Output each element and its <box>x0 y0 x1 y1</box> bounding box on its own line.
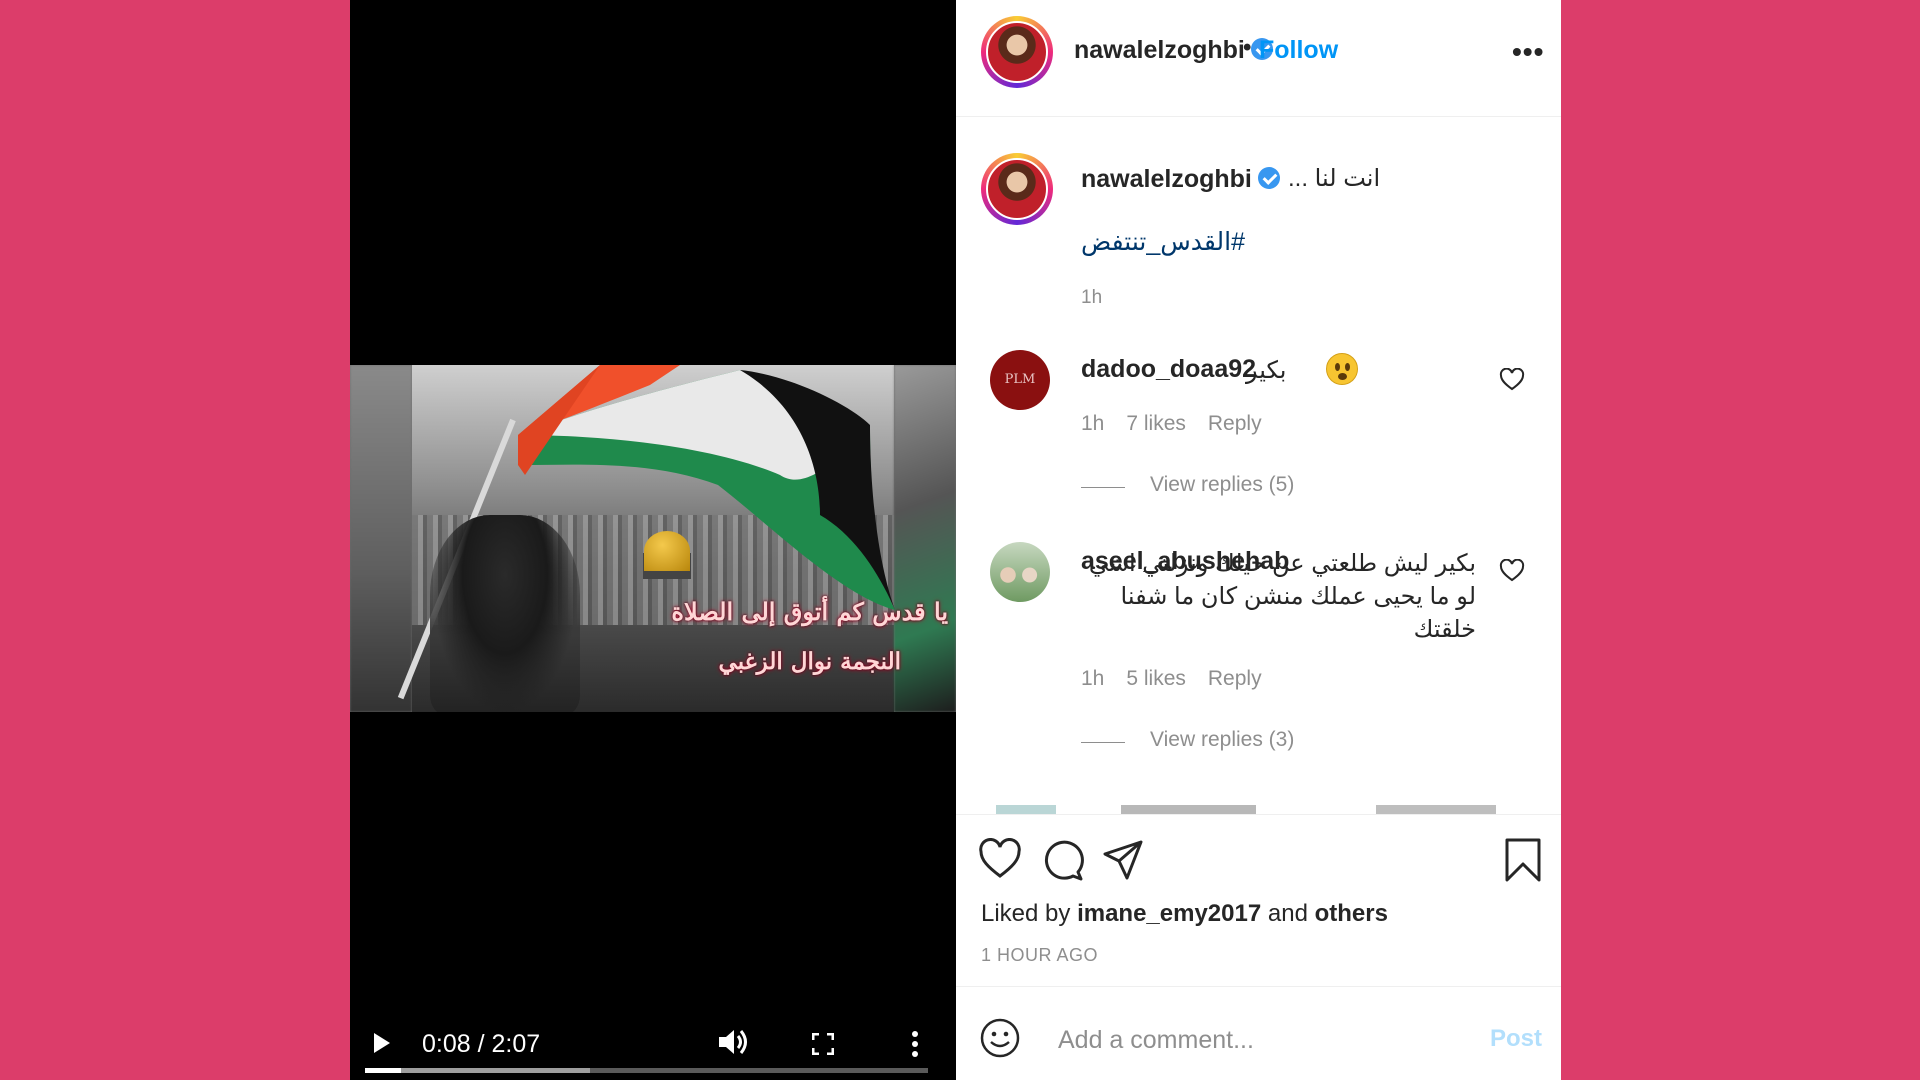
comment-username[interactable]: dadoo_doaa92 <box>1081 355 1256 384</box>
like-heart-icon[interactable] <box>978 838 1022 882</box>
comments-list[interactable]: nawalelzoghbi انت لنا ... #القدس_تنتفض 1… <box>956 117 1561 814</box>
follow-button[interactable]: Follow <box>1259 36 1338 65</box>
liked-by-user[interactable]: imane_emy2017 <box>1077 900 1261 927</box>
progress-track[interactable] <box>365 1068 928 1073</box>
share-paper-plane-icon[interactable] <box>1101 838 1145 882</box>
post-comment-button[interactable]: Post <box>1490 1025 1542 1053</box>
comment-text: بكير ليش طلعتي عن حيلك ونزلتي اشي لو ما … <box>1088 550 1476 643</box>
liked-by-prefix: Liked by <box>981 900 1071 927</box>
caption-username-text[interactable]: nawalelzoghbi <box>1081 165 1252 193</box>
emoji-smiley-icon[interactable] <box>979 1017 1021 1059</box>
caption-username[interactable]: nawalelzoghbi <box>1081 165 1280 194</box>
comment-avatar[interactable]: PLM <box>990 350 1050 410</box>
comment-time[interactable]: 1h <box>1081 667 1104 690</box>
view-replies-line <box>1081 487 1125 488</box>
liked-by-and: and <box>1267 900 1308 927</box>
comment-avatar[interactable] <box>990 542 1050 602</box>
comment-likes[interactable]: 5 likes <box>1126 667 1186 690</box>
reply-button[interactable]: Reply <box>1208 667 1262 690</box>
progress-bar <box>365 1068 402 1073</box>
comment-text: بكير <box>1246 357 1287 384</box>
video-overlay-text: يا قدس كم أتوق إلى الصلاة <box>671 597 948 626</box>
play-icon[interactable] <box>374 1033 390 1053</box>
video-time: 0:08 / 2:07 <box>422 1030 541 1058</box>
flag-bearer <box>430 515 580 712</box>
liked-by-others[interactable]: others <box>1315 900 1388 927</box>
comment-meta: 1h 5 likes Reply <box>1081 667 1284 691</box>
header-avatar[interactable] <box>981 16 1053 88</box>
header-separator: • <box>1243 34 1252 61</box>
comment-time[interactable]: 1h <box>1081 412 1104 435</box>
liked-by-text: Liked by imane_emy2017 and others <box>981 900 1388 928</box>
view-replies-button[interactable]: View replies (5) <box>1150 473 1294 497</box>
video-frame[interactable]: يا قدس كم أتوق إلى الصلاة النجمة نوال ال… <box>350 365 956 712</box>
reply-button[interactable]: Reply <box>1208 412 1262 435</box>
video-player[interactable]: يا قدس كم أتوق إلى الصلاة النجمة نوال ال… <box>350 0 956 1080</box>
header-username-text[interactable]: nawalelzoghbi <box>1074 36 1245 64</box>
video-overlay-credit: النجمة نوال الزغبي <box>718 648 901 675</box>
next-comment-partial <box>996 805 1496 814</box>
more-vertical-icon[interactable] <box>911 1030 919 1058</box>
comment-bubble-icon[interactable] <box>1040 838 1084 882</box>
more-options-icon[interactable]: ••• <box>1512 36 1544 68</box>
comment-like-heart-icon[interactable] <box>1499 559 1525 583</box>
instagram-post: يا قدس كم أتوق إلى الصلاة النجمة نوال ال… <box>350 0 1561 1080</box>
volume-icon[interactable] <box>717 1027 751 1057</box>
verified-badge-icon <box>1257 167 1280 189</box>
add-comment-input[interactable] <box>1056 1022 1470 1058</box>
rolling-eyes-emoji-icon <box>1326 353 1358 385</box>
divider <box>956 814 1561 815</box>
caption-hashtag[interactable]: #القدس_تنتفض <box>1081 227 1245 257</box>
post-timestamp[interactable]: 1 HOUR AGO <box>981 945 1098 966</box>
view-replies-line <box>1081 742 1125 743</box>
divider <box>956 986 1561 987</box>
post-panel: nawalelzoghbi • Follow ••• nawalelzoghbi… <box>956 0 1561 1080</box>
comment-likes[interactable]: 7 likes <box>1126 412 1186 435</box>
comment-like-heart-icon[interactable] <box>1499 368 1525 392</box>
comment-meta: 1h 7 likes Reply <box>1081 412 1284 436</box>
video-controls: 0:08 / 2:07 <box>350 1000 956 1080</box>
caption-text: انت لنا ... <box>1288 165 1381 192</box>
caption-avatar[interactable] <box>981 153 1053 225</box>
fullscreen-icon[interactable] <box>812 1033 834 1055</box>
view-replies-button[interactable]: View replies (3) <box>1150 728 1294 752</box>
caption-time[interactable]: 1h <box>1081 287 1102 309</box>
bookmark-icon[interactable] <box>1501 838 1545 882</box>
